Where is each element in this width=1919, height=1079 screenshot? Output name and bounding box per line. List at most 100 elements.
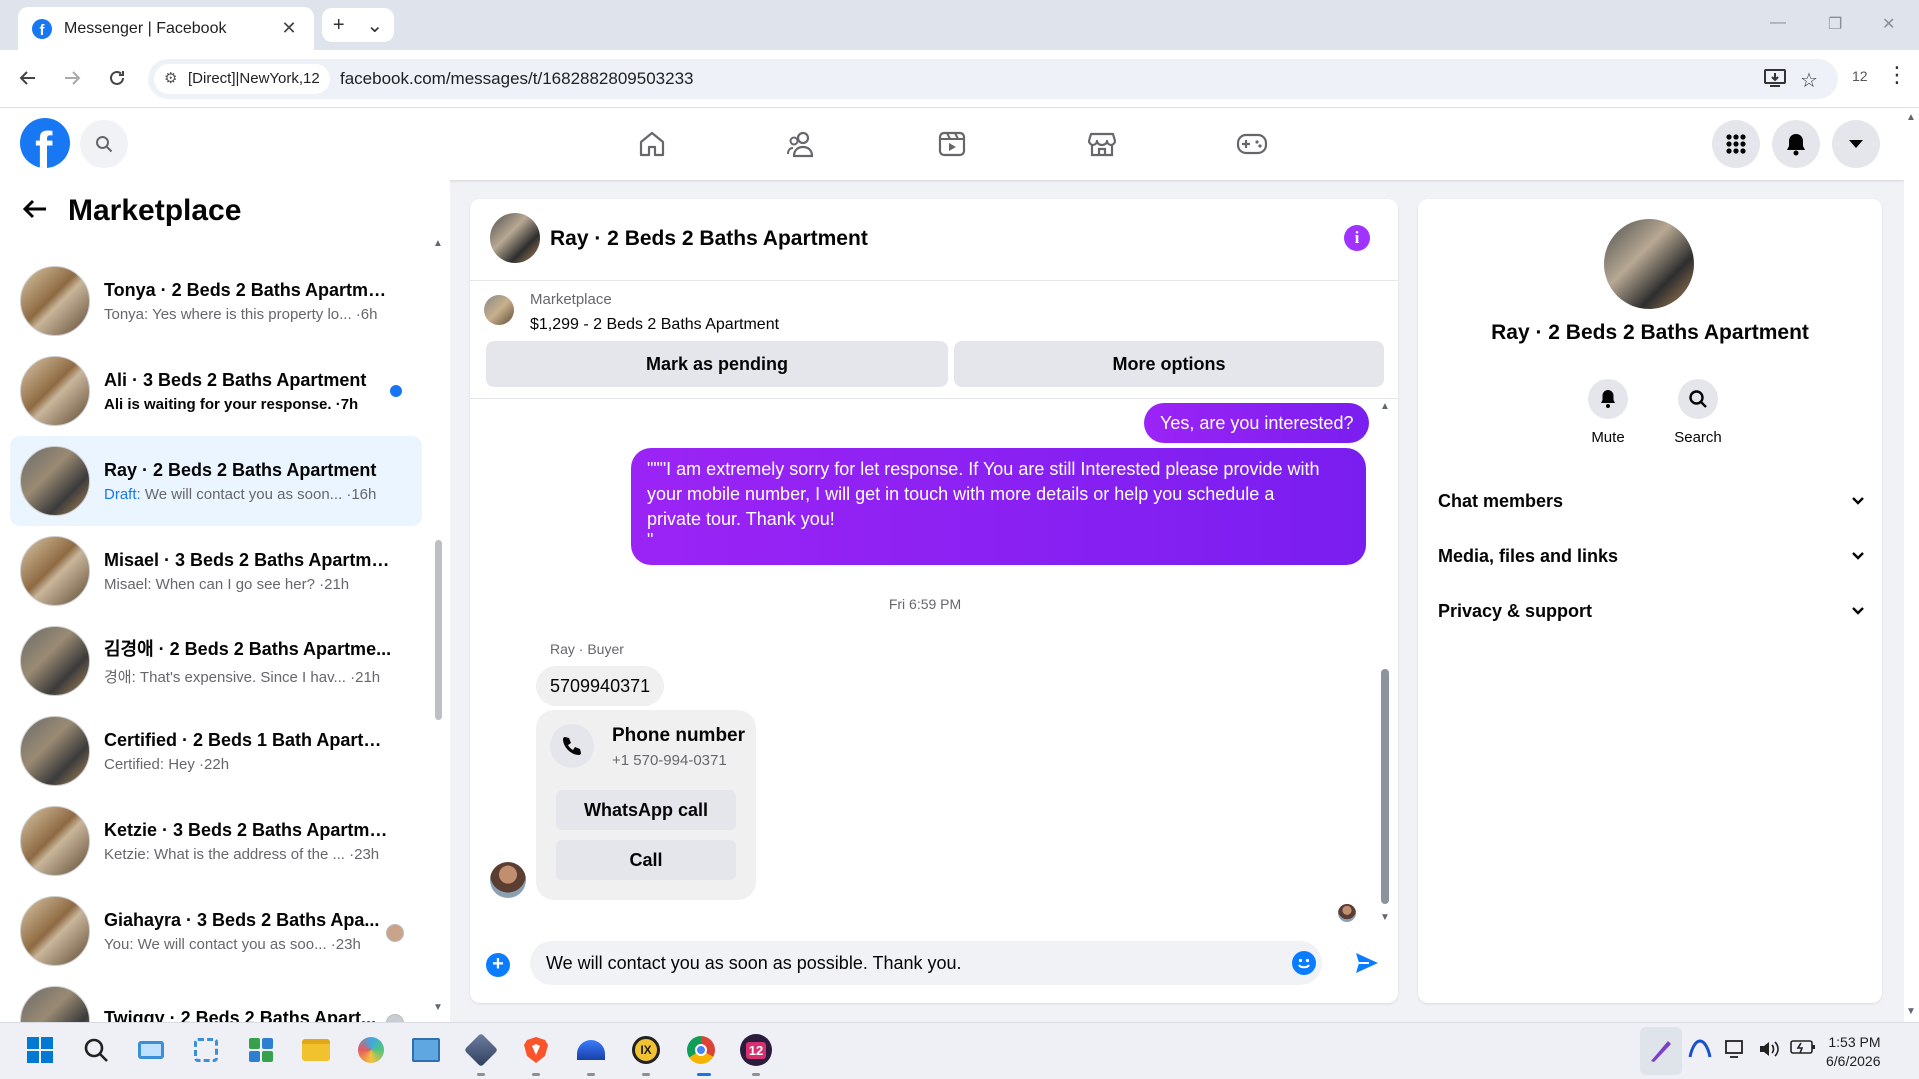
scrollbar-thumb[interactable] [435,540,442,720]
tab-search-button[interactable]: ⌄ [366,13,383,38]
back-icon[interactable] [14,64,42,92]
profile-avatar[interactable] [1604,219,1694,309]
avatar [20,986,90,1022]
taskbar-app-icon[interactable] [135,1034,167,1066]
url-text[interactable]: facebook.com/messages/t/1682882809503233 [340,59,693,99]
scroll-down-icon[interactable]: ▼ [433,1002,443,1013]
chat-item-ray[interactable]: Ray · 2 Beds 2 Baths Apartment Draft: We… [10,436,422,526]
address-bar[interactable]: ⚙ [Direct]|NewYork,12 facebook.com/messa… [148,59,1838,99]
control-panel-icon[interactable] [410,1034,442,1066]
network-tray-icon[interactable] [1724,1039,1746,1064]
thread-scrollbar[interactable]: ▲ ▼ [1378,399,1392,929]
facebook-search-button[interactable] [80,120,128,168]
restore-icon[interactable]: ❐ [1828,14,1842,34]
chat-name: Misael · 3 Beds 2 Baths Apartment [104,549,394,570]
chat-item-ali[interactable]: Ali · 3 Beds 2 Baths Apartment Ali is wa… [10,346,422,436]
profile-counter[interactable]: 12 [1852,68,1868,84]
new-tab-button[interactable]: + [333,14,345,37]
site-chip-label: [Direct]|NewYork,12 [188,70,320,87]
arc-app-icon[interactable] [575,1034,607,1066]
scroll-up-icon[interactable]: ▲ [1380,401,1390,412]
chat-item-twiggy[interactable]: Twiggy · 2 Beds 2 Baths Apart... [10,976,422,1022]
tab-title: Messenger | Facebook [64,19,227,37]
search-in-chat-button[interactable]: Search [1658,379,1738,446]
account-dropdown-icon[interactable] [1832,120,1880,168]
battery-tray-icon[interactable] [1790,1039,1816,1060]
chat-item-giahayra[interactable]: Giahayra · 3 Beds 2 Baths Apa... You: We… [10,886,422,976]
file-explorer-icon[interactable] [300,1034,332,1066]
vpn-tray-icon[interactable] [1688,1039,1712,1064]
bookmark-star-icon[interactable]: ☆ [1800,68,1818,93]
listing-title[interactable]: $1,299 - 2 Beds 2 Baths Apartment [530,316,779,334]
add-attachment-icon[interactable]: + [486,953,510,977]
browser-tab-messenger[interactable]: f Messenger | Facebook ✕ [18,7,314,50]
tab-close-icon[interactable]: ✕ [278,18,300,39]
scroll-up-icon[interactable]: ▲ [1906,112,1916,123]
marketplace-icon[interactable] [1082,126,1122,162]
call-button[interactable]: Call [556,840,736,880]
emoji-icon[interactable] [1292,951,1316,975]
section-chat-members[interactable]: Chat members [1438,481,1864,521]
send-icon[interactable] [1354,951,1380,980]
conversation-title[interactable]: Ray · 2 Beds 2 Baths Apartment [550,227,868,251]
outgoing-message[interactable]: """I am extremely sorry for let response… [631,448,1366,565]
chat-list-scrollbar[interactable]: ▲ ▼ [432,238,444,1022]
install-app-icon[interactable] [1764,68,1786,94]
gaming-icon[interactable] [1232,126,1272,162]
chat-item-tonya[interactable]: Tonya · 2 Beds 2 Baths Apartment Tonya: … [10,256,422,346]
notifications-bell-icon[interactable] [1772,120,1820,168]
scroll-up-icon[interactable]: ▲ [433,238,443,249]
forward-icon[interactable] [58,64,86,92]
close-window-icon[interactable]: ✕ [1882,14,1895,34]
search-icon [1678,379,1718,419]
section-privacy-support[interactable]: Privacy & support [1438,591,1864,631]
site-info-chip[interactable]: ⚙ [Direct]|NewYork,12 [154,64,330,94]
mark-as-pending-button[interactable]: Mark as pending [486,341,948,387]
browser-menu-icon[interactable]: ⋮ [1886,62,1908,88]
incoming-message[interactable]: 5709940371 [536,666,665,706]
listing-thumbnail[interactable] [484,295,514,325]
back-arrow-icon[interactable] [22,194,48,228]
paint-icon[interactable] [355,1034,387,1066]
menu-grid-icon[interactable] [1712,120,1760,168]
taskbar-search-icon[interactable] [80,1034,112,1066]
conversation-avatar[interactable] [490,213,540,263]
chrome-profile-12-icon[interactable]: 12 [740,1034,772,1066]
chat-item-certified[interactable]: Certified · 2 Beds 1 Bath Apartm... Cert… [10,706,422,796]
scroll-down-icon[interactable]: ▼ [1380,912,1390,923]
widgets-icon[interactable] [245,1034,277,1066]
home-icon[interactable] [632,126,672,162]
more-options-button[interactable]: More options [954,341,1384,387]
outgoing-message[interactable]: Yes, are you interested? [1144,403,1370,443]
section-label: Media, files and links [1438,545,1619,566]
scroll-down-icon[interactable]: ▼ [1906,1006,1916,1017]
mute-button[interactable]: Mute [1568,379,1648,446]
chat-item-ketzie[interactable]: Ketzie · 3 Beds 2 Baths Apartment Ketzie… [10,796,422,886]
message-input[interactable] [530,941,1322,985]
info-icon[interactable]: i [1344,225,1370,251]
volume-tray-icon[interactable] [1758,1039,1780,1064]
snipping-tool-icon[interactable] [190,1034,222,1066]
minimize-icon[interactable]: — [1770,14,1786,32]
facebook-logo-icon[interactable]: f [20,118,70,168]
network-app-icon[interactable] [464,1033,498,1067]
section-media-files-links[interactable]: Media, files and links [1438,536,1864,576]
friends-icon[interactable] [782,126,822,162]
pen-tray-icon[interactable] [1640,1027,1682,1075]
windows-start-icon[interactable] [24,1034,56,1066]
watch-video-icon[interactable] [932,126,972,162]
ixbrowser-icon[interactable]: IX [630,1034,662,1066]
bell-icon [1588,379,1628,419]
sender-avatar[interactable] [490,862,526,898]
reload-icon[interactable] [103,64,131,92]
scrollbar-thumb[interactable] [1381,669,1389,904]
chrome-icon[interactable] [685,1034,717,1066]
chat-item-misael[interactable]: Misael · 3 Beds 2 Baths Apartment Misael… [10,526,422,616]
brave-browser-icon[interactable] [520,1034,552,1066]
taskbar-clock[interactable]: 1:53 PM 6/6/2026 [1826,1033,1881,1071]
unread-dot-icon [390,385,402,397]
chat-item-kim[interactable]: 김경애 · 2 Beds 2 Baths Apartme... 경애: That… [10,616,422,706]
running-indicator [752,1073,760,1076]
whatsapp-call-button[interactable]: WhatsApp call [556,790,736,830]
page-scrollbar[interactable]: ▲ ▼ [1904,108,1919,1022]
